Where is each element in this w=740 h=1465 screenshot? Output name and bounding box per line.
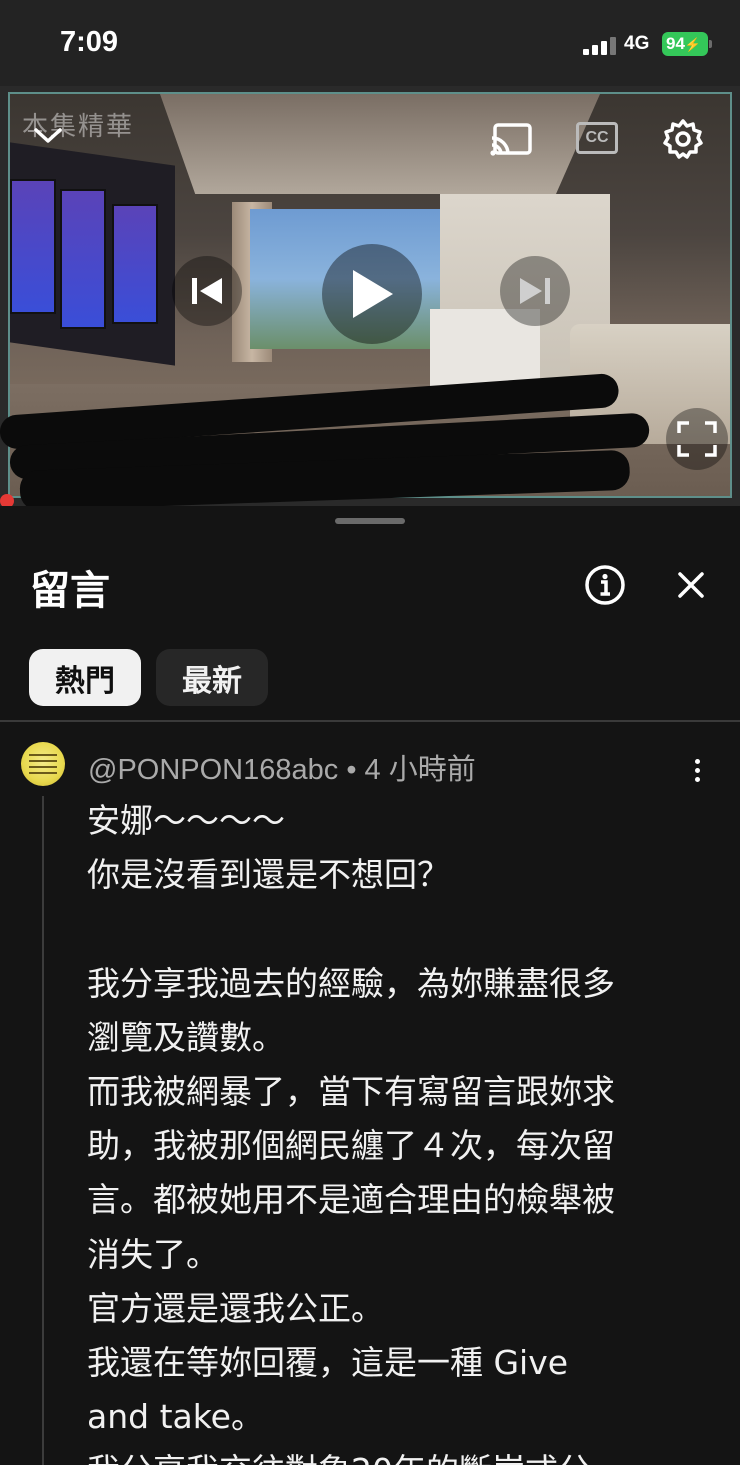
comment-line: 而我被網暴了，當下有寫留言跟妳求 [87,1071,615,1111]
comments-panel: 留言 熱門 最新 @PONPON168abc • 4 小時前 安娜～～～～ 你是… [0,506,740,1465]
progress-scrubber[interactable] [0,494,14,506]
comment-line: 瀏覽及讚數。 [87,1017,285,1057]
battery-icon: 94⚡ [662,32,712,56]
more-options-icon[interactable] [684,750,710,790]
skip-previous-icon[interactable] [172,256,242,326]
play-icon[interactable] [322,244,422,344]
comment-line [87,902,707,956]
battery-level: 94 [666,34,685,53]
comment-text: 安娜～～～～ 你是沒看到還是不想回？ 我分享我過去的經驗，為妳賺盡很多 瀏覽及讚… [87,794,707,1465]
comment-line: 助，我被那個網民纏了４次，每次留 [87,1126,615,1166]
comment-line: and take。 [87,1397,264,1437]
comment-item: @PONPON168abc • 4 小時前 安娜～～～～ 你是沒看到還是不想回？… [0,722,740,1465]
chevron-down-icon[interactable] [28,116,68,156]
drag-handle[interactable] [335,518,405,524]
gear-icon[interactable] [660,116,706,162]
comment-line: 言。都被她用不是適合理由的檢舉被 [87,1180,615,1220]
panel-title: 留言 [30,568,110,614]
signal-icon [583,37,617,55]
comment-author-time[interactable]: @PONPON168abc • 4 小時前 [88,746,476,788]
filter-chip-top[interactable]: 熱門 [29,649,141,706]
comment-line: 消失了。 [87,1234,219,1274]
network-type: 4G [624,33,650,54]
fullscreen-icon[interactable] [666,408,728,470]
comment-line: 我分享我交往對象20年的斷崖式分 [87,1444,707,1465]
comment-line: 我分享我過去的經驗，為妳賺盡很多 [87,963,615,1003]
thread-line [42,796,44,1465]
video-player[interactable]: 本集精華 CC [0,86,740,506]
status-bar: 7:09 4G 94⚡ [0,0,740,86]
comment-line: 官方還是還我公正。 [87,1288,384,1328]
status-time: 7:09 [60,26,119,58]
filter-chip-newest[interactable]: 最新 [156,649,268,706]
info-icon[interactable] [584,564,626,606]
skip-next-icon[interactable] [500,256,570,326]
comment-line: 我還在等妳回覆，這是一種 Give [87,1342,569,1382]
comment-line: 安娜～～～～ [87,801,285,840]
avatar[interactable] [21,742,65,786]
captions-button[interactable]: CC [576,122,618,154]
cast-icon[interactable] [488,120,534,160]
comment-line: 你是沒看到還是不想回？ [87,855,450,895]
close-icon[interactable] [672,566,710,604]
